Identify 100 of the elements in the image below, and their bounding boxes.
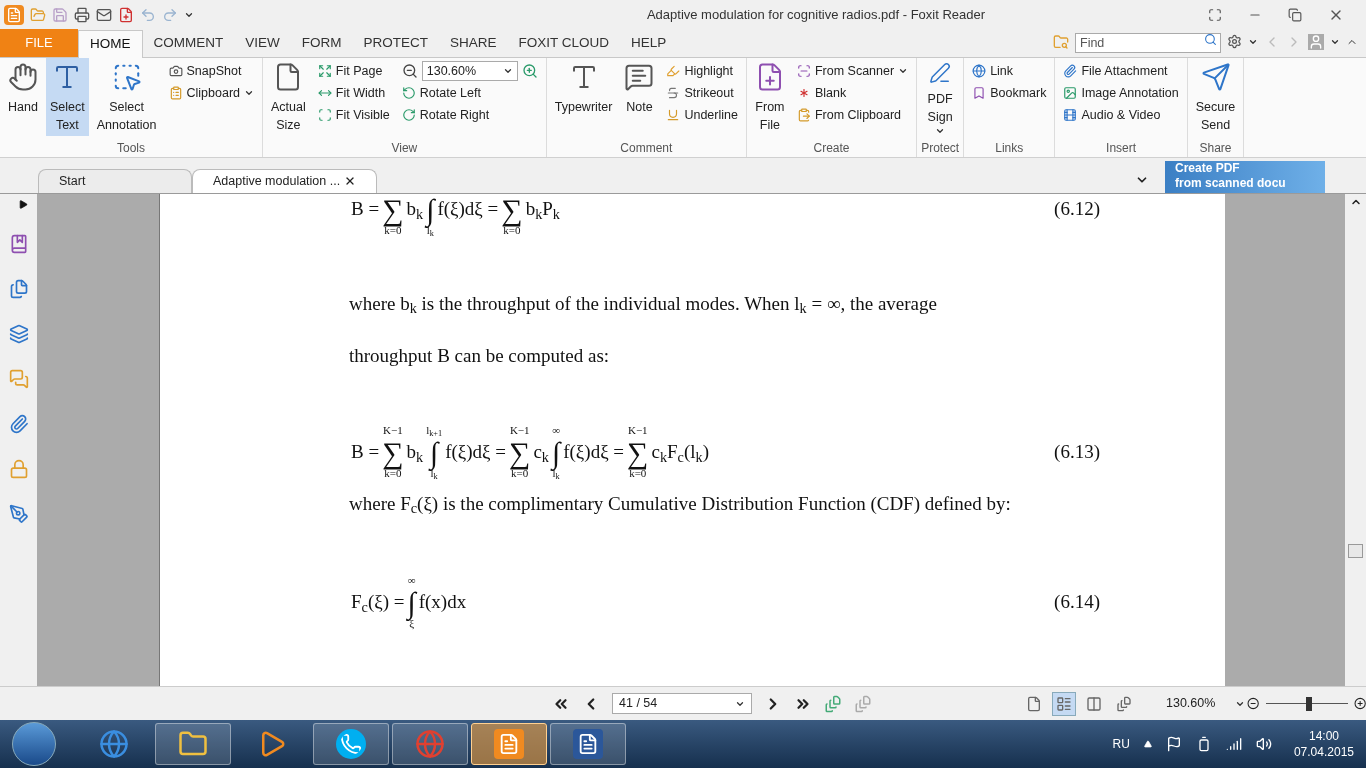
mail-icon[interactable]	[96, 6, 112, 23]
ribbon-item-icon	[401, 107, 416, 122]
ribbon-tab[interactable]: HOME	[78, 29, 143, 58]
pages-icon[interactable]	[8, 278, 29, 299]
ribbon-item-icon	[1063, 63, 1078, 78]
ribbon-menu-item[interactable]: Rotate Right	[401, 103, 538, 126]
zoom-slider[interactable]	[1265, 695, 1348, 712]
layers-icon[interactable]	[8, 323, 29, 344]
ribbon-menu-item[interactable]: Fit Width	[317, 81, 390, 104]
math-text: f(ξ)dξ =	[445, 440, 506, 465]
language-indicator[interactable]: RU	[1112, 735, 1130, 754]
ribbon-tab[interactable]: SHARE	[439, 29, 508, 57]
ribbon-button[interactable]: From File	[750, 57, 789, 136]
ribbon-button[interactable]: Select Text	[46, 57, 89, 136]
limit-text: K−1	[383, 424, 403, 438]
clock-time[interactable]: 14:00	[1308, 728, 1339, 745]
paragraph-line: throughput B can be computed as:	[349, 343, 611, 368]
zoom-field[interactable]: 130.60%	[421, 60, 518, 81]
restore-icon[interactable]	[1288, 7, 1302, 22]
document-tab[interactable]: Start	[38, 168, 192, 193]
taskbar-app-button[interactable]	[471, 723, 547, 766]
start-button[interactable]	[12, 722, 56, 767]
clock-date[interactable]: 07.04.2015	[1293, 744, 1354, 761]
ribbon-button[interactable]: Typewriter	[550, 57, 617, 136]
slider-thumb[interactable]	[1306, 696, 1313, 711]
zoom-in-icon[interactable]	[1353, 696, 1366, 712]
ribbon-tab[interactable]: PROTECT	[352, 29, 440, 57]
expand-panel-icon[interactable]	[19, 199, 28, 209]
operator-symbol: ∑	[501, 194, 523, 225]
fullscreen-icon[interactable]	[1208, 7, 1222, 22]
document-tab[interactable]: Adaptive modulation ...	[192, 168, 377, 193]
ribbon-menu-item[interactable]: Clipboard	[168, 81, 255, 104]
page-view-button[interactable]	[1052, 691, 1076, 716]
math-text: b$_{k}$	[406, 197, 424, 224]
ribbon-menu-item[interactable]: Fit Visible	[317, 103, 390, 126]
page-layout-icon	[1056, 695, 1072, 712]
ribbon-button-icon	[8, 61, 38, 92]
ribbon-menu-item[interactable]: Link	[972, 59, 1047, 82]
app-logo-icon	[4, 4, 24, 25]
page-field[interactable]: 41 / 54	[612, 693, 752, 715]
zoom-out-icon[interactable]	[401, 62, 418, 79]
previous-view-icon[interactable]	[824, 694, 842, 713]
ribbon-menu-item[interactable]: Audio & Video	[1063, 103, 1179, 126]
paragraph-line: where F$_{c}$(ξ) is the complimentary Cumulative Distribution Function (CDF) defined by:	[349, 491, 1012, 519]
math-text: b$_{k}$P$_{k}$	[525, 197, 560, 224]
show-hidden-icons-icon[interactable]	[1143, 740, 1152, 749]
ribbon-item-icon	[168, 85, 183, 100]
ribbon-tab[interactable]: COMMENT	[142, 29, 235, 57]
equation-number: (6.13)	[1054, 440, 1100, 465]
ribbon-button[interactable]: Actual Size	[267, 57, 310, 136]
document-app-icon	[573, 729, 603, 760]
print-icon[interactable]	[74, 6, 90, 23]
ribbon-item-icon	[796, 107, 811, 122]
zoom-out-icon[interactable]	[1247, 696, 1260, 712]
ribbon-menu-item[interactable]: Image Annotation	[1063, 81, 1179, 104]
network-icon[interactable]	[1225, 736, 1242, 753]
search-field[interactable]: Find	[1075, 32, 1221, 53]
operator-symbol: ∑	[627, 437, 649, 468]
group-label: Create	[812, 139, 851, 157]
search-icon[interactable]	[1204, 32, 1217, 46]
group-label: Tools	[116, 139, 146, 157]
zoom-value[interactable]: 130.60%	[1166, 694, 1216, 714]
signature-icon[interactable]	[8, 503, 29, 524]
limit-text: l$_{k+1}$	[426, 424, 443, 438]
ribbon-menu-item[interactable]: From Scanner	[796, 59, 909, 82]
ribbon-button[interactable]: PDF Sign	[921, 57, 960, 136]
ribbon-menu-item[interactable]: Blank	[796, 81, 909, 104]
ribbon-menu-item[interactable]: Rotate Left	[401, 81, 538, 104]
ribbon-button[interactable]: Note	[620, 57, 659, 136]
equation-number: (6.14)	[1054, 590, 1100, 615]
ribbon-button[interactable]: Select Annotation	[92, 57, 161, 136]
ribbon-menu-item[interactable]: Fit Page	[317, 59, 390, 82]
ribbon-tab[interactable]: FOXIT CLOUD	[507, 29, 621, 57]
ribbon-menu-item[interactable]: Highlight	[666, 59, 738, 82]
group-label: Insert	[1105, 139, 1138, 157]
settings-icon[interactable]	[1227, 34, 1242, 50]
ribbon-tab[interactable]: HELP	[620, 29, 678, 57]
ribbon-menu-item[interactable]: From Clipboard	[796, 103, 909, 126]
attachment-icon[interactable]	[8, 413, 29, 434]
action-center-icon[interactable]	[1165, 736, 1182, 753]
volume-icon[interactable]	[1255, 736, 1272, 753]
math-text: B =	[351, 197, 380, 222]
ribbon-tab[interactable]: VIEW	[234, 29, 291, 57]
math-text: c$_{k}$F$_{c}$(l$_{k}$)	[651, 440, 709, 467]
ribbon-menu-item[interactable]: Underline	[666, 103, 738, 126]
group-label: Links	[994, 139, 1025, 157]
operator-symbol: ∑	[382, 194, 404, 225]
ribbon-button[interactable]: Secure Send	[1191, 57, 1240, 136]
ribbon-tab[interactable]: FORM	[290, 29, 353, 57]
math-text: F$_{c}$(ξ) =	[351, 590, 405, 617]
browser-icon	[415, 729, 445, 760]
ribbon-menu-item[interactable]: SnapShot	[168, 59, 255, 82]
ribbon-menu-item[interactable]: Bookmark	[972, 81, 1047, 104]
math-text: f(ξ)dξ =	[437, 197, 499, 222]
ribbon-menu-item[interactable]: Strikeout	[666, 81, 738, 104]
new-file-icon[interactable]	[118, 6, 134, 23]
promo-banner[interactable]: Create PDF from scanned docu	[1165, 160, 1325, 193]
scroll-thumb[interactable]	[1348, 543, 1363, 558]
ribbon-menu-item[interactable]: File Attachment	[1063, 59, 1179, 82]
ribbon-button[interactable]: Hand	[4, 57, 42, 136]
